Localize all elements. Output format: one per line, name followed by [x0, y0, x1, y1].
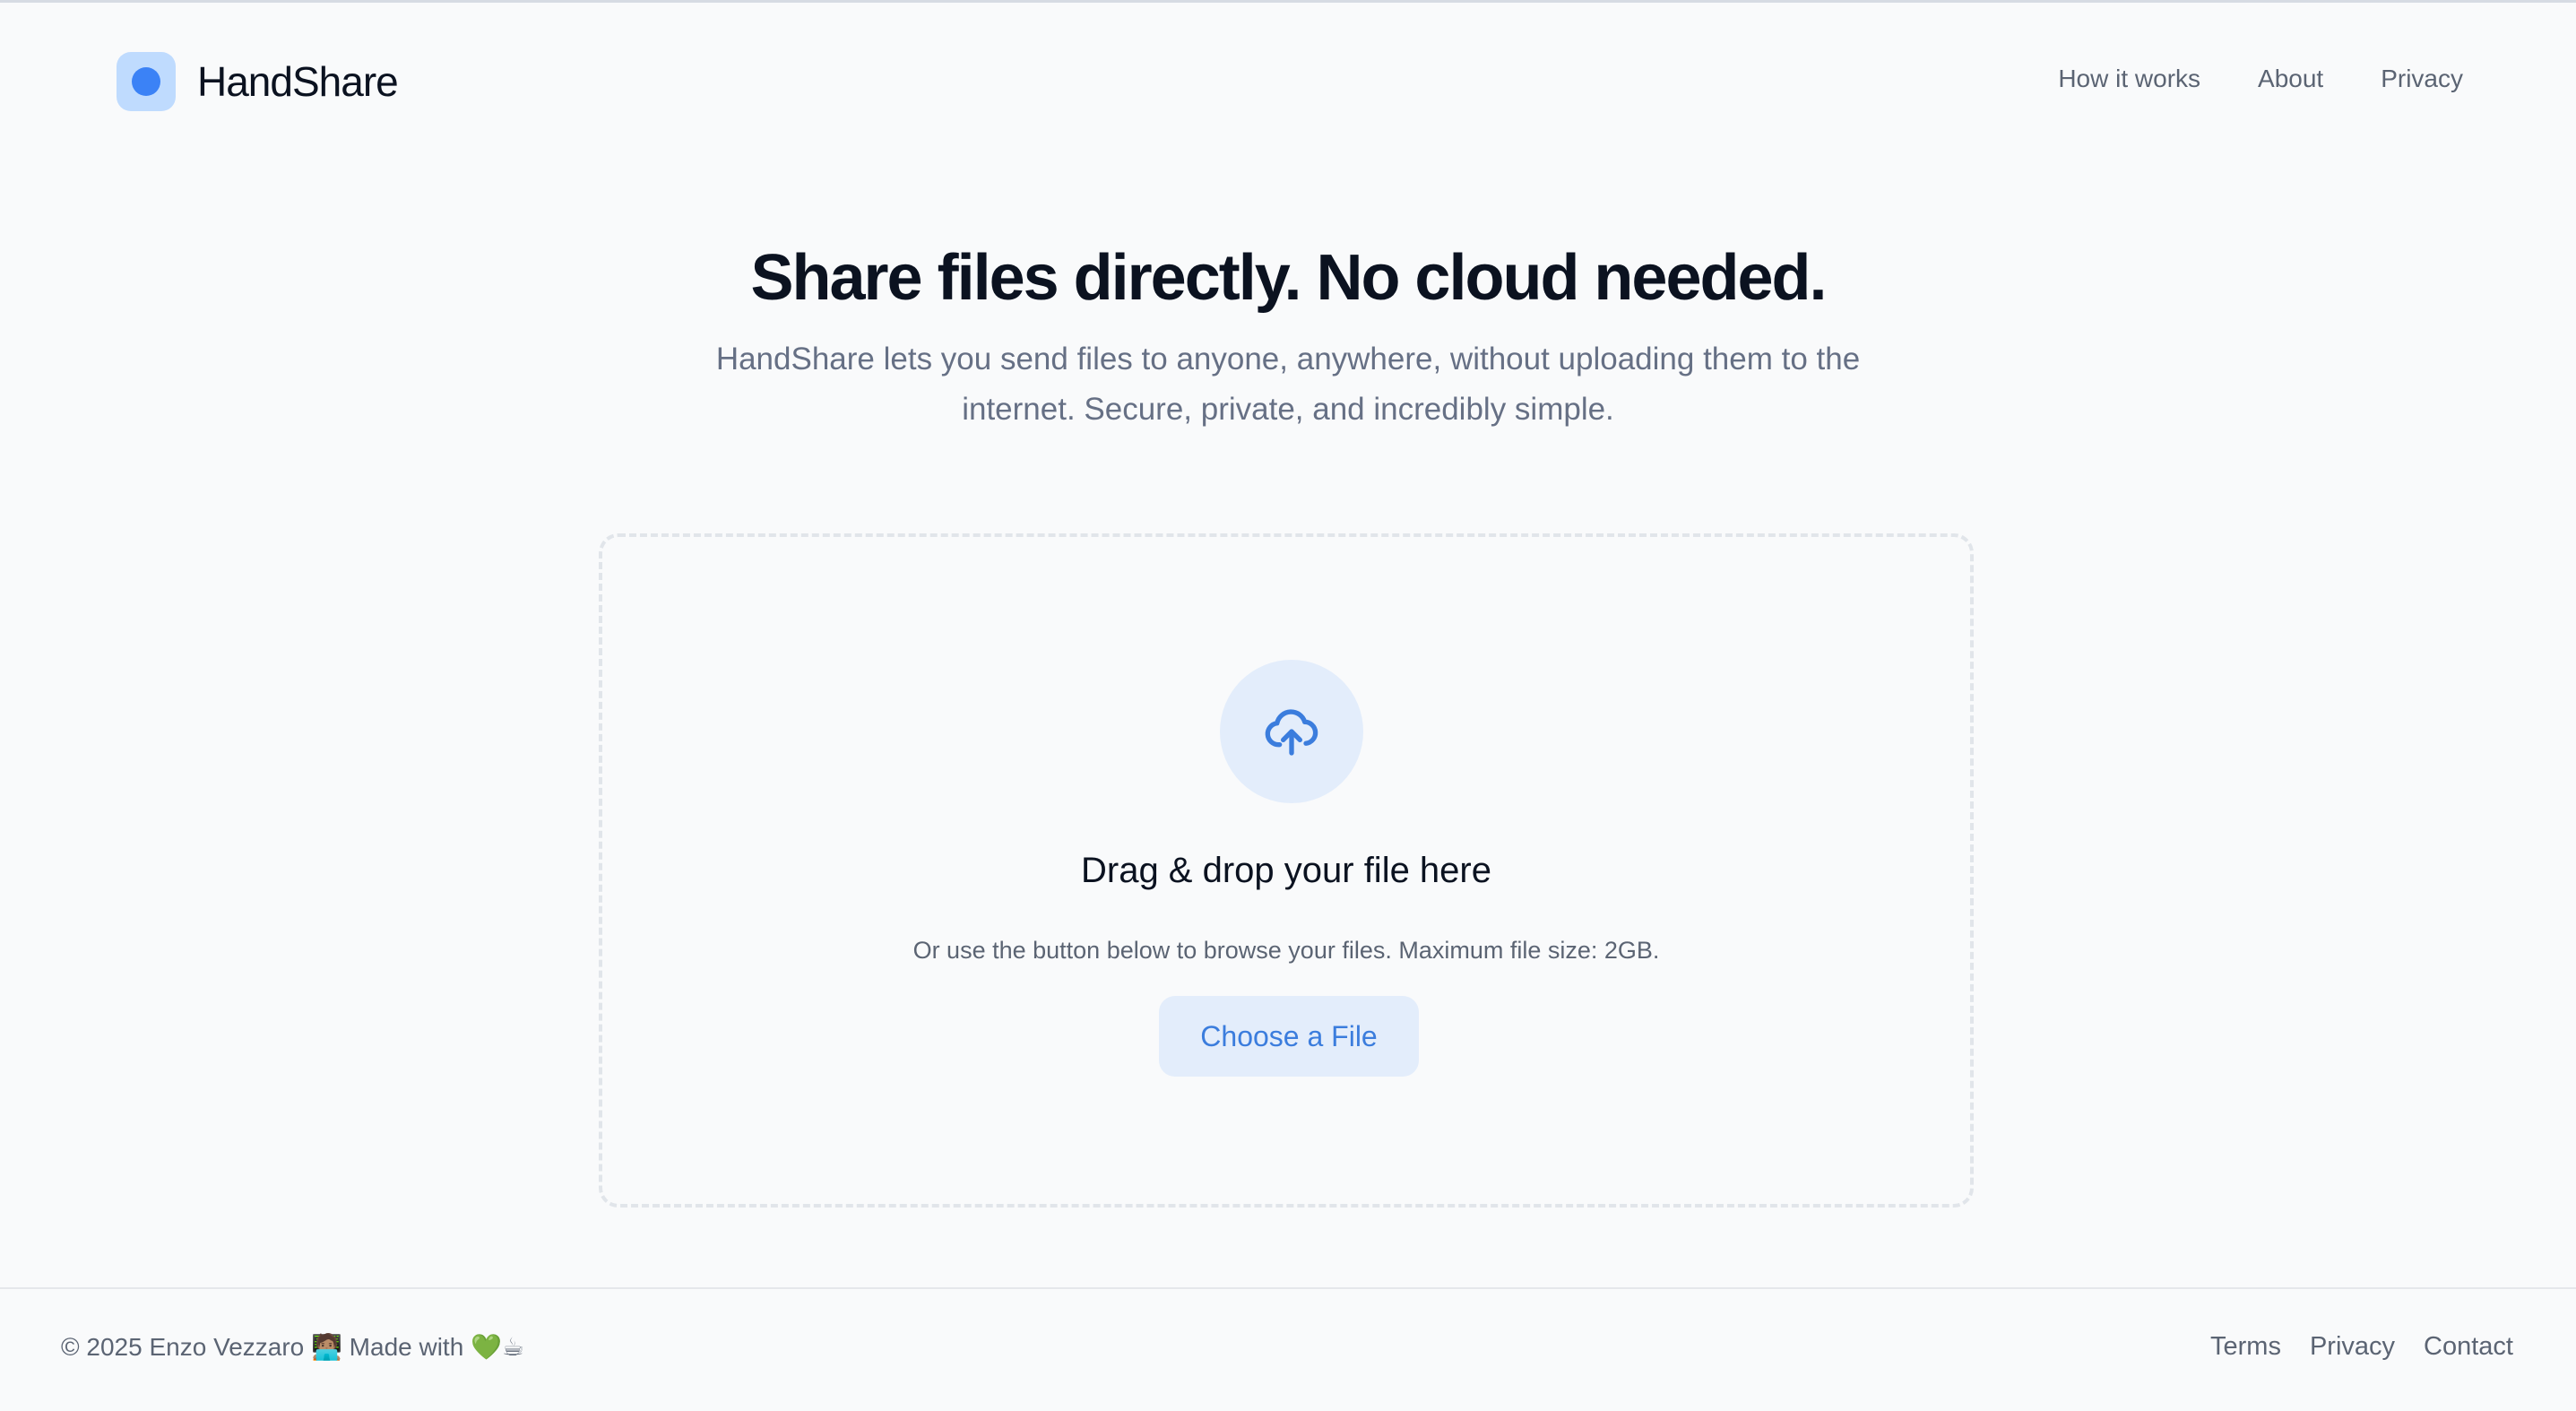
page-title: Share files directly. No cloud needed.: [750, 242, 1827, 314]
choose-file-button[interactable]: Choose a File: [1159, 996, 1419, 1077]
footer-link-contact[interactable]: Contact: [2424, 1332, 2513, 1362]
footer-links: Terms Privacy Contact: [2210, 1332, 2513, 1362]
dot-logo-icon: [117, 52, 176, 111]
hero: Share files directly. No cloud needed. H…: [0, 238, 2576, 435]
upload-icon-badge: [1220, 660, 1363, 803]
brand[interactable]: HandShare: [117, 52, 399, 111]
nav-how-it-works[interactable]: How it works: [2058, 65, 2200, 93]
footer-link-terms[interactable]: Terms: [2210, 1332, 2281, 1362]
nav-privacy[interactable]: Privacy: [2381, 65, 2463, 93]
dropzone-title: Drag & drop your file here: [1080, 851, 1491, 890]
nav-about[interactable]: About: [2258, 65, 2323, 93]
dropzone-hint: Or use the button below to browse your f…: [912, 937, 1660, 964]
hero-subtitle: HandShare lets you send files to anyone,…: [715, 342, 1861, 427]
brand-name: HandShare: [197, 58, 399, 105]
main-nav: How it works About Privacy: [2058, 65, 2463, 93]
footer-link-privacy[interactable]: Privacy: [2310, 1332, 2395, 1362]
logo-dot: [132, 67, 160, 96]
site-footer: © 2025 Enzo Vezzaro 🧑🏽‍💻 Made with 💚☕ Te…: [0, 1287, 2576, 1411]
footer-copyright: © 2025 Enzo Vezzaro 🧑🏽‍💻 Made with 💚☕: [61, 1333, 525, 1361]
site-header: HandShare How it works About Privacy: [0, 0, 2576, 161]
cloud-upload-icon: [1265, 709, 1318, 756]
file-dropzone[interactable]: Drag & drop your file here Or use the bu…: [599, 533, 1974, 1208]
